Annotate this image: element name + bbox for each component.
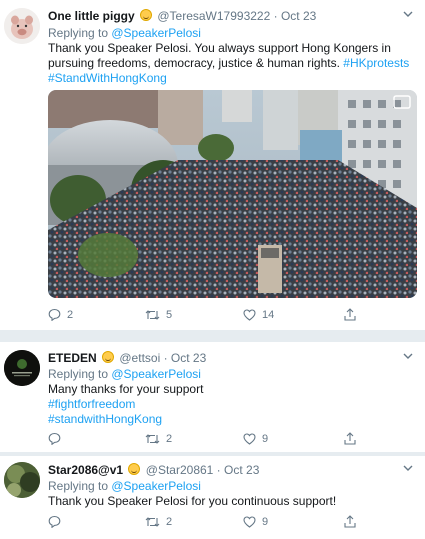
replying-handle-link[interactable]: @SpeakerPelosi bbox=[111, 26, 201, 40]
share-icon bbox=[344, 432, 356, 445]
replying-to: Replying to @SpeakerPelosi bbox=[48, 367, 201, 382]
hashtag-link[interactable]: #HKprotests bbox=[343, 56, 409, 70]
reply-icon bbox=[48, 432, 61, 445]
heart-icon bbox=[243, 515, 256, 528]
tweet-actions: 2 5 14 bbox=[48, 308, 368, 321]
hashtag-link[interactable]: #standwithHongKong bbox=[48, 412, 162, 427]
heart-icon bbox=[243, 432, 256, 445]
tweet-card[interactable]: ETEDEN @ettsoi · Oct 23 Replying to @Spe… bbox=[0, 342, 425, 452]
hashtag-link[interactable]: #fightforfreedom bbox=[48, 397, 135, 412]
tweet-photo[interactable] bbox=[48, 90, 417, 298]
share-icon bbox=[344, 308, 356, 321]
protest-crowd-image bbox=[48, 90, 417, 298]
like-button[interactable]: 9 bbox=[243, 433, 344, 445]
avatar[interactable] bbox=[4, 462, 40, 498]
tweet-text: Many thanks for your support bbox=[48, 382, 204, 396]
tweet-text: Thank you Speaker Pelosi for you continu… bbox=[48, 494, 337, 508]
replying-label: Replying to bbox=[48, 26, 112, 40]
display-name[interactable]: Star2086@v1 bbox=[48, 463, 123, 477]
retweet-icon bbox=[145, 309, 160, 320]
replying-handle-link[interactable]: @SpeakerPelosi bbox=[111, 367, 201, 381]
chevron-down-icon[interactable] bbox=[403, 352, 413, 363]
retweet-button[interactable]: 5 bbox=[145, 309, 243, 321]
emoji-icon bbox=[102, 351, 115, 363]
share-button[interactable] bbox=[344, 515, 356, 528]
like-button[interactable]: 14 bbox=[243, 309, 344, 321]
replying-label: Replying to bbox=[48, 367, 112, 381]
retweet-button[interactable]: 2 bbox=[145, 516, 243, 528]
retweet-icon bbox=[145, 433, 160, 444]
replying-to: Replying to @SpeakerPelosi bbox=[48, 479, 201, 494]
tweet-actions: 2 9 bbox=[48, 515, 368, 528]
reply-count: 2 bbox=[67, 308, 74, 321]
tweet-text: pursuing freedoms, democracy, justice & … bbox=[48, 56, 340, 70]
replying-to: Replying to @SpeakerPelosi bbox=[48, 26, 201, 41]
retweet-count: 2 bbox=[166, 432, 173, 445]
heart-icon bbox=[243, 308, 256, 321]
chevron-down-icon[interactable] bbox=[403, 10, 413, 21]
chevron-down-icon[interactable] bbox=[403, 464, 413, 475]
tweet-date[interactable]: Oct 23 bbox=[224, 463, 259, 477]
like-count: 14 bbox=[262, 308, 275, 321]
reply-button[interactable] bbox=[48, 515, 145, 528]
reply-icon bbox=[48, 515, 61, 528]
share-button[interactable] bbox=[344, 308, 356, 321]
tweet-text-line-2: pursuing freedoms, democracy, justice & … bbox=[48, 56, 409, 71]
replying-handle-link[interactable]: @SpeakerPelosi bbox=[111, 479, 201, 493]
tweet-date[interactable]: Oct 23 bbox=[281, 9, 316, 23]
separator-dot: · bbox=[213, 463, 225, 477]
piggy-avatar-icon bbox=[4, 8, 40, 44]
emoji-icon bbox=[128, 463, 141, 475]
tweet-card[interactable]: One little piggy @TeresaW17993222 · Oct … bbox=[0, 0, 425, 330]
star-avatar-icon bbox=[4, 462, 40, 498]
reply-button[interactable]: 2 bbox=[48, 308, 145, 321]
display-name[interactable]: One little piggy bbox=[48, 9, 135, 23]
reply-icon bbox=[48, 308, 61, 321]
avatar[interactable] bbox=[4, 350, 40, 386]
share-button[interactable] bbox=[344, 432, 356, 445]
like-button[interactable]: 9 bbox=[243, 516, 344, 528]
like-count: 9 bbox=[262, 515, 269, 528]
retweet-count: 2 bbox=[166, 515, 173, 528]
retweet-count: 5 bbox=[166, 308, 173, 321]
tweet-card[interactable]: Star2086@v1 @Star20861 · Oct 23 Replying… bbox=[0, 455, 425, 539]
retweet-icon bbox=[145, 516, 160, 527]
share-icon bbox=[344, 515, 356, 528]
separator-dot: · bbox=[270, 9, 281, 23]
like-count: 9 bbox=[262, 432, 269, 445]
tweet-text-line: Thank you Speaker Pelosi. You always sup… bbox=[48, 41, 391, 55]
hashtag-link[interactable]: #StandWithHongKong bbox=[48, 71, 167, 85]
avatar[interactable] bbox=[4, 8, 40, 44]
user-handle[interactable]: @TeresaW17993222 bbox=[157, 9, 270, 23]
retweet-button[interactable]: 2 bbox=[145, 433, 243, 445]
display-name[interactable]: ETEDEN bbox=[48, 351, 97, 365]
tweet-actions: 2 9 bbox=[48, 432, 368, 445]
tweet-date[interactable]: Oct 23 bbox=[171, 351, 206, 365]
emoji-icon bbox=[140, 9, 153, 21]
user-handle[interactable]: @ettsoi bbox=[119, 351, 160, 365]
replying-label: Replying to bbox=[48, 479, 112, 493]
separator-dot: · bbox=[160, 351, 171, 365]
user-handle[interactable]: @Star20861 bbox=[146, 463, 214, 477]
reply-button[interactable] bbox=[48, 432, 145, 445]
eteden-avatar-icon bbox=[4, 350, 40, 386]
